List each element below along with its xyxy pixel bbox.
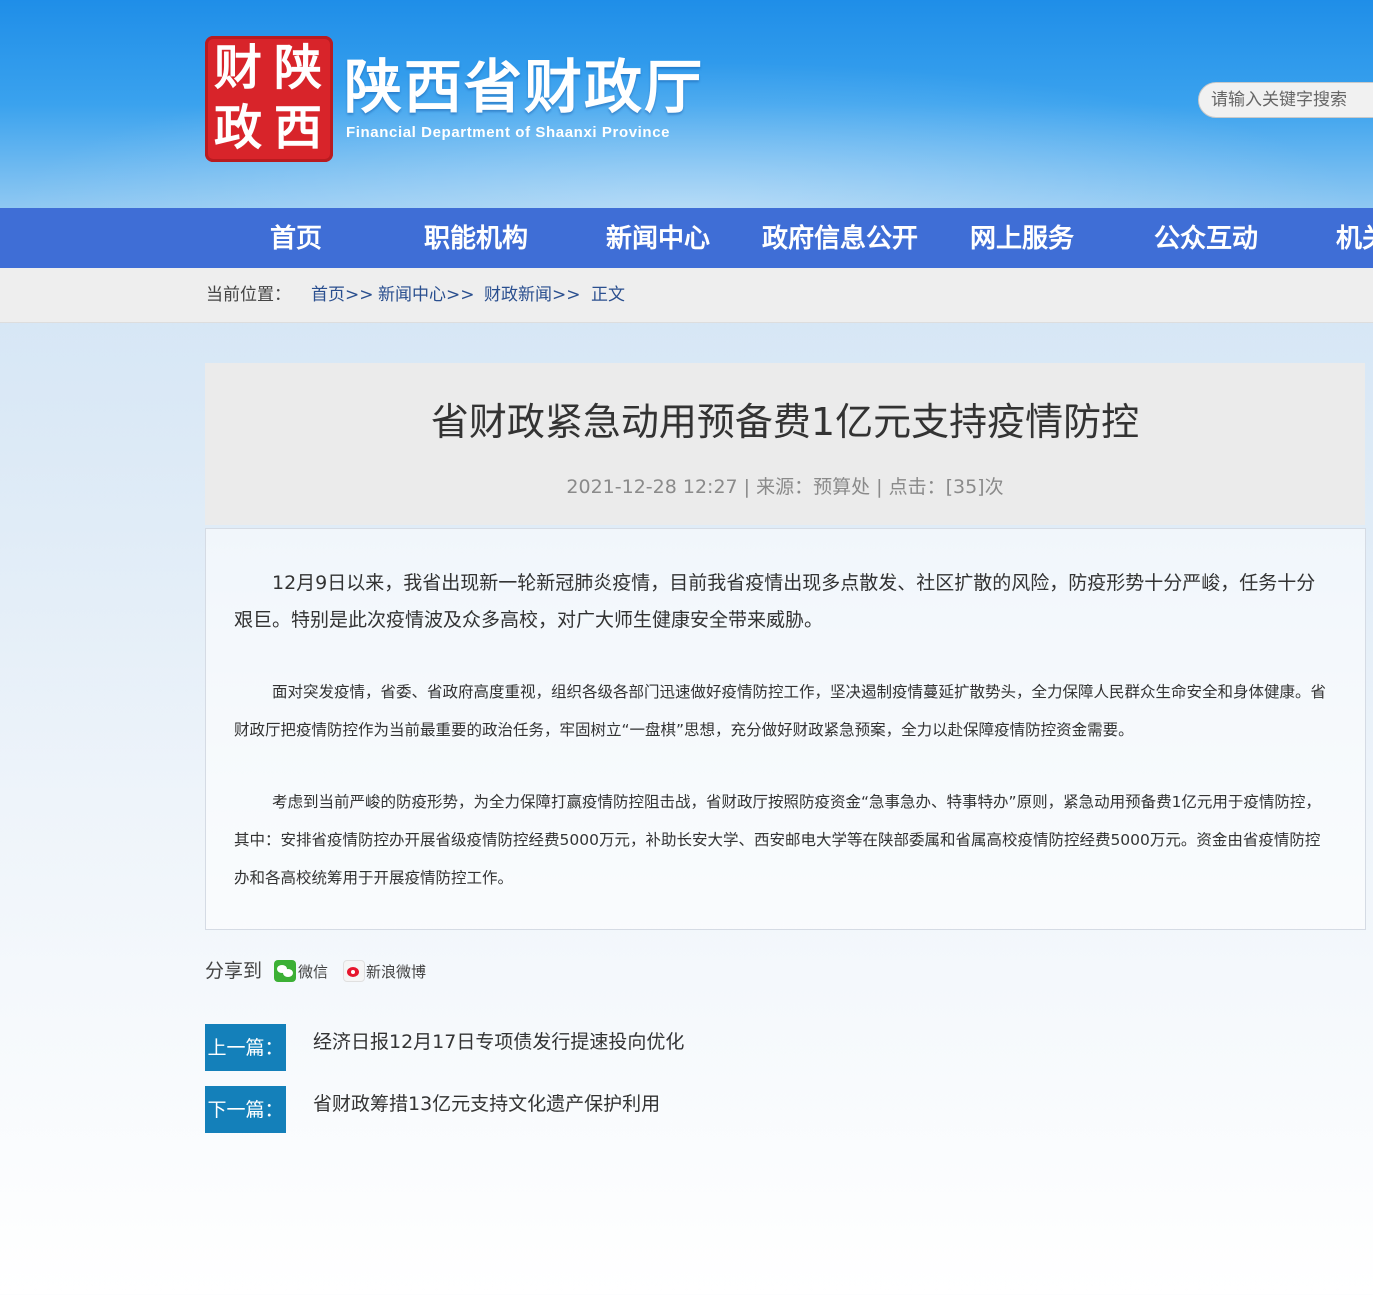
breadcrumb-finance-news[interactable]: 财政新闻>> — [484, 268, 581, 322]
breadcrumb: 当前位置： 首页>> 新闻中心>> 财政新闻>> 正文 — [0, 268, 1373, 323]
logo-char: 陕 — [273, 40, 322, 96]
breadcrumb-home[interactable]: 首页>> — [311, 268, 374, 322]
article-title: 省财政紧急动用预备费1亿元支持疫情防控 — [430, 400, 1140, 444]
breadcrumb-label: 当前位置： — [206, 285, 291, 305]
nav-item-public-interaction[interactable]: 公众互动 — [1154, 208, 1258, 268]
next-article-link[interactable]: 省财政筹措13亿元支持文化遗产保护利用 — [313, 1086, 660, 1122]
main-nav: 首页 职能机构 新闻中心 政府信息公开 网上服务 公众互动 机关 — [0, 208, 1373, 268]
prev-article-link[interactable]: 经济日报12月17日专项债发行提速投向优化 — [313, 1024, 684, 1060]
article-header: 省财政紧急动用预备费1亿元支持疫情防控 2021-12-28 12:27 | 来… — [205, 363, 1365, 525]
logo-char: 政 — [213, 100, 262, 156]
nav-item-gov-info[interactable]: 政府信息公开 — [762, 208, 918, 268]
article-body: 12月9日以来，我省出现新一轮新冠肺炎疫情，目前我省疫情出现多点散发、社区扩散的… — [205, 528, 1366, 930]
share-wechat-link[interactable]: 微信 — [298, 960, 328, 984]
wechat-icon[interactable] — [274, 960, 296, 982]
search-input[interactable]: 请输入关键字搜索 — [1198, 82, 1373, 118]
article-paragraph: 考虑到当前严峻的防疫形势，为全力保障打赢疫情防控阻击战，省财政厅按照防疫资金“急… — [234, 793, 1321, 887]
weibo-icon[interactable] — [343, 960, 365, 982]
nav-item-agency[interactable]: 机关 — [1336, 208, 1373, 268]
nav-item-news[interactable]: 新闻中心 — [606, 208, 710, 268]
site-name: 陕西省财政厅 — [344, 53, 705, 121]
share-label: 分享到 — [205, 960, 263, 982]
next-article-tag: 下一篇： — [205, 1086, 286, 1133]
site-logo-seal[interactable]: 财 陕 政 西 — [205, 36, 333, 162]
logo-char: 西 — [273, 100, 322, 156]
site-header: 财 陕 政 西 陕西省财政厅 Financial Department of S… — [0, 0, 1373, 208]
nav-item-departments[interactable]: 职能机构 — [424, 208, 528, 268]
breadcrumb-current: 正文 — [591, 285, 625, 305]
site-name-english: Financial Department of Shaanxi Province — [346, 124, 671, 141]
prev-article-tag: 上一篇： — [205, 1024, 286, 1071]
logo-char: 财 — [213, 40, 262, 96]
nav-item-home[interactable]: 首页 — [270, 208, 322, 268]
share-weibo-link[interactable]: 新浪微博 — [366, 960, 426, 984]
article-paragraph: 12月9日以来，我省出现新一轮新冠肺炎疫情，目前我省疫情出现多点散发、社区扩散的… — [234, 572, 1316, 631]
article-meta: 2021-12-28 12:27 | 来源：预算处 | 点击：[35]次 — [566, 476, 1004, 498]
article-paragraph: 面对突发疫情，省委、省政府高度重视，组织各级各部门迅速做好疫情防控工作，坚决遏制… — [234, 683, 1327, 739]
nav-item-online-services[interactable]: 网上服务 — [970, 208, 1074, 268]
breadcrumb-news-center[interactable]: 新闻中心>> — [378, 268, 475, 322]
